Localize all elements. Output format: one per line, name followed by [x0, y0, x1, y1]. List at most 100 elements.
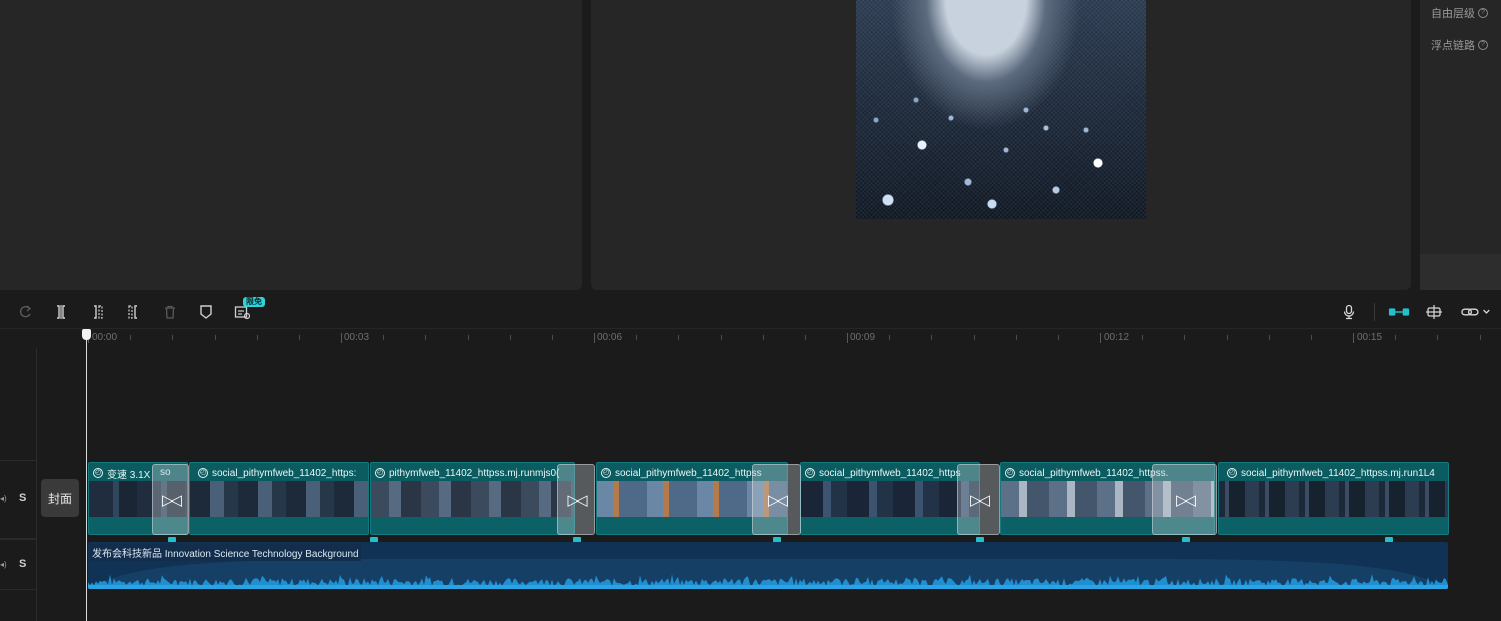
transition-icon: ▷◁	[567, 491, 587, 509]
video-track: ◴ 变速 3.1X so ◴ social_pithymfweb_11402_htt…	[88, 462, 1449, 535]
marker-icon[interactable]	[196, 302, 216, 322]
clip-title: ◴ social_pithymfweb_11402_https	[805, 465, 961, 481]
clip-title-text: social_pithymfweb_11402_https	[819, 467, 961, 479]
ruler-tick	[1227, 335, 1228, 340]
ruler-label: 00:06	[597, 332, 623, 343]
ruler-label: 00:09	[850, 332, 876, 343]
properties-footer	[1420, 254, 1501, 290]
properties-panel: 自由层级 ? 浮点链路 ?	[1420, 0, 1501, 290]
media-panel	[0, 0, 582, 290]
ruler-tick	[1480, 335, 1481, 340]
clip-title-text: pithymfweb_11402_httpss.mj.runmjs0(	[389, 467, 560, 479]
ruler-tick	[1016, 335, 1017, 340]
ruler-label: 00:03	[344, 332, 370, 343]
ruler-tick	[678, 335, 679, 340]
video-clip[interactable]: ◴ social_pithymfweb_11402_httpss.mj.run1L…	[1218, 462, 1449, 535]
speaker-icon[interactable]: ◂)	[0, 560, 7, 569]
speed-icon: ◴	[375, 468, 385, 478]
playhead-handle[interactable]	[82, 329, 91, 340]
ruler-tick	[594, 333, 595, 343]
prop-free-layer[interactable]: 自由层级 ?	[1431, 5, 1488, 21]
speed-icon: ◴	[1005, 468, 1015, 478]
video-clip[interactable]: ◴ social_pithymfweb_11402_https:	[189, 462, 369, 535]
timeline-ruler[interactable]: 00:00 00:03 00:06 00:09 00:12 00:15	[0, 328, 1501, 348]
ruler-tick	[889, 335, 890, 340]
transition[interactable]: ▷◁	[1152, 464, 1217, 535]
transition[interactable]: ▷◁	[152, 464, 189, 535]
audio-solo-button[interactable]: S	[19, 558, 26, 570]
ruler-tick	[1058, 335, 1059, 340]
toolbar-divider	[1374, 303, 1375, 321]
audio-clip[interactable]: 发布会科技新品 Innovation Science Technology Ba…	[88, 542, 1448, 589]
ruler-label: 00:12	[1104, 332, 1130, 343]
magnet-icon[interactable]	[1387, 302, 1411, 322]
ruler-tick	[721, 335, 722, 340]
link-icon[interactable]	[1460, 302, 1494, 322]
video-clip[interactable]: ◴ pithymfweb_11402_httpss.mj.runmjs0(	[370, 462, 575, 535]
ruler-tick	[1184, 335, 1185, 340]
ruler-tick	[805, 335, 806, 340]
preview-axis-icon[interactable]	[1424, 302, 1444, 322]
track-headers: ◂) S ◂) S	[0, 348, 37, 621]
clip-title-text: 变速 3.1X	[107, 469, 151, 481]
split-left-icon[interactable]	[88, 302, 108, 322]
video-clip[interactable]: ◴ social_pithymfweb_11402_https	[800, 462, 980, 535]
ruler-tick	[341, 333, 342, 343]
transition[interactable]: ▷◁	[752, 464, 801, 535]
transition-icon: ▷◁	[1175, 491, 1196, 509]
audio-track-header: ◂) S	[0, 539, 37, 590]
ruler-tick	[299, 335, 300, 340]
ruler-tick	[1353, 333, 1354, 343]
prop-float-link[interactable]: 浮点链路 ?	[1431, 37, 1488, 53]
clip-bar	[371, 517, 574, 534]
split-right-icon[interactable]	[123, 302, 143, 322]
prop-label: 浮点链路	[1431, 40, 1475, 52]
ruler-label: 00:00	[92, 332, 118, 343]
video-solo-button[interactable]: S	[19, 492, 26, 504]
ruler-tick	[763, 335, 764, 340]
transition[interactable]: ▷◁	[557, 464, 595, 535]
clip-thumbnails	[801, 481, 979, 519]
ruler-tick	[1269, 335, 1270, 340]
free-badge: 限免	[243, 297, 265, 307]
ruler-tick	[172, 335, 173, 340]
prop-label: 自由层级	[1431, 8, 1475, 20]
clip-bar	[1219, 517, 1448, 534]
clip-title: ◴ social_pithymfweb_11402_httpss	[601, 465, 762, 481]
editor-window: 自由层级 ? 浮点链路 ? 限免 00:00 00:03 00:06 00:09…	[0, 0, 1501, 621]
video-track-header: ◂) S	[0, 460, 37, 539]
audio-waveform	[88, 559, 1448, 589]
clip-bar	[801, 517, 979, 534]
clip-thumbnails	[371, 481, 574, 519]
ruler-tick	[1100, 333, 1101, 343]
playhead[interactable]	[86, 336, 87, 621]
microphone-icon[interactable]	[1339, 302, 1359, 322]
help-icon[interactable]: ?	[1478, 8, 1488, 18]
ruler-tick	[931, 335, 932, 340]
delete-icon[interactable]	[160, 302, 180, 322]
redo-icon[interactable]	[16, 302, 36, 322]
transition[interactable]: ▷◁	[957, 464, 1000, 535]
split-icon[interactable]	[51, 302, 71, 322]
speed-icon: ◴	[601, 468, 611, 478]
ruler-tick	[130, 335, 131, 340]
audio-clip-title: 发布会科技新品 Innovation Science Technology Ba…	[90, 544, 361, 561]
player-panel	[591, 0, 1411, 290]
clip-title-text: social_pithymfweb_11402_httpss	[615, 467, 762, 479]
clip-title: ◴ social_pithymfweb_11402_httpss.	[1005, 465, 1168, 481]
clip-title-text: social_pithymfweb_11402_https:	[212, 467, 357, 479]
clip-thumbnails	[190, 481, 368, 519]
speed-icon: ◴	[1227, 468, 1237, 478]
ruler-tick	[847, 333, 848, 343]
ruler-tick	[636, 335, 637, 340]
cover-button[interactable]: 封面	[41, 479, 79, 517]
video-preview[interactable]	[856, 0, 1146, 219]
ruler-tick	[425, 335, 426, 340]
ruler-tick	[1395, 335, 1396, 340]
transition-icon: ▷◁	[161, 491, 182, 509]
ruler-tick	[552, 335, 553, 340]
ruler-tick	[468, 335, 469, 340]
ruler-tick	[510, 335, 511, 340]
speaker-icon[interactable]: ◂)	[0, 494, 7, 503]
help-icon[interactable]: ?	[1478, 40, 1488, 50]
